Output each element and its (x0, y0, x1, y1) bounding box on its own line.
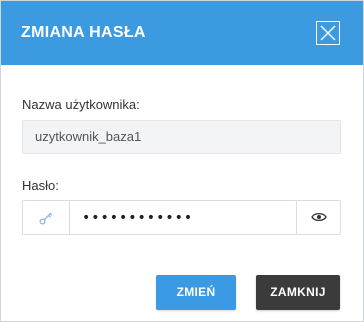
dialog-header: ZMIANA HASŁA (1, 1, 363, 65)
eye-icon (311, 212, 327, 222)
password-input[interactable] (70, 201, 296, 234)
change-button[interactable]: ZMIEŃ (156, 275, 236, 310)
password-label: Hasło: (22, 178, 59, 193)
close-dialog-button[interactable]: ZAMKNIJ (256, 275, 340, 310)
generate-key-icon (39, 212, 53, 225)
generate-password-button[interactable] (23, 201, 70, 234)
password-input-group (22, 200, 341, 235)
close-button[interactable] (316, 21, 340, 45)
dialog-title: ZMIANA HASŁA (21, 24, 146, 41)
close-icon (320, 25, 336, 41)
change-password-dialog: ZMIANA HASŁA Nazwa użytkownika: uzytkown… (0, 0, 364, 322)
username-label: Nazwa użytkownika: (22, 97, 140, 112)
toggle-password-visibility[interactable] (296, 201, 341, 234)
username-field: uzytkownik_baza1 (22, 120, 341, 154)
